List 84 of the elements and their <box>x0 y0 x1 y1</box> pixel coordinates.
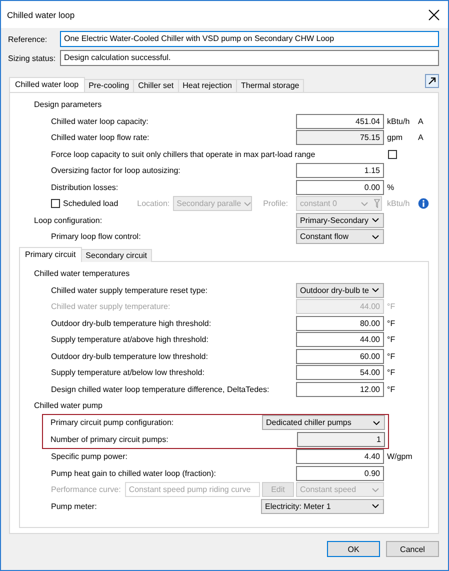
chevron-icon <box>369 488 379 492</box>
reference-field[interactable]: One Electric Water-Cooled Chiller with VSD pump on Secondary CHW Loop <box>60 31 439 47</box>
field-label: Pump heat gain to chilled water loop (fraction): <box>51 468 216 478</box>
tab[interactable]: Heat rejection <box>178 79 237 92</box>
field-label: Chilled water supply temperature reset type: <box>51 286 208 295</box>
number-field[interactable]: 451.04 <box>296 114 384 129</box>
flag-label: A <box>417 116 424 126</box>
section-heading: Chilled water temperatures <box>34 268 131 280</box>
location-label: Location: <box>137 199 170 208</box>
chevron-icon <box>241 202 251 206</box>
dialog-button[interactable]: OK <box>327 541 380 557</box>
close-icon[interactable] <box>428 8 440 20</box>
field-label: Supply temperature at/above high threshold: <box>51 335 208 344</box>
field-label: Primary loop flow control: <box>51 232 141 242</box>
number-field[interactable]: 4.40 <box>296 449 384 464</box>
checkbox-label: Scheduled load <box>63 199 118 208</box>
chevron-icon <box>369 288 379 292</box>
field-label: Performance curve: <box>51 485 121 494</box>
number-field[interactable]: 44.00 <box>296 332 384 348</box>
profile-label: Profile: <box>263 199 288 208</box>
dropdown[interactable]: Electricity: Meter 1 <box>261 498 384 514</box>
number-field[interactable]: 12.00 <box>296 382 384 397</box>
field-label: Outdoor dry-bulb temperature low threshold: <box>51 352 208 361</box>
unit-label: kBtu/h <box>386 199 411 208</box>
number-field[interactable]: 1 <box>297 432 385 447</box>
dropdown[interactable]: Primary-Secondary <box>296 212 384 228</box>
number-field[interactable]: 60.00 <box>296 348 384 364</box>
tab[interactable]: Pre-cooling <box>84 79 134 92</box>
field-label: Distribution losses: <box>51 182 118 192</box>
field-label: Oversizing factor for loop autosizing: <box>51 166 180 176</box>
status-field[interactable]: Design calculation successful. <box>60 50 439 66</box>
field-label: Supply temperature at/below low threshold: <box>51 368 204 378</box>
dialog-button[interactable]: Cancel <box>386 541 439 557</box>
number-field[interactable]: 1.15 <box>296 163 384 178</box>
tab[interactable]: Thermal storage <box>236 79 304 92</box>
unit-label: gpm <box>386 133 404 142</box>
checkbox-label: Force loop capacity to suit only chillers that operate in max part-load range <box>51 150 316 159</box>
chevron-icon <box>369 234 379 239</box>
number-field[interactable]: 0.00 <box>296 180 384 195</box>
unit-label: W/gpm <box>386 452 414 462</box>
window-title: Chilled water loop <box>7 10 75 20</box>
number-field[interactable]: 75.15 <box>296 130 384 146</box>
unit-label: kBtu/h <box>386 116 411 126</box>
checkbox[interactable] <box>388 150 398 159</box>
number-field[interactable]: 54.00 <box>296 365 384 380</box>
field-label: Sizing status: <box>8 54 57 62</box>
field-label: Chilled water loop capacity: <box>51 116 148 126</box>
tab[interactable]: Primary circuit <box>19 247 82 262</box>
section-heading: Chilled water pump <box>34 400 104 412</box>
unit-label: °F <box>386 352 396 361</box>
unit-label: °F <box>386 384 396 394</box>
dropdown[interactable]: Dedicated chiller pumps <box>262 415 385 430</box>
tab[interactable]: Secondary circuit <box>80 249 152 262</box>
field-label: Loop configuration: <box>34 216 102 225</box>
chevron-icon <box>370 420 380 425</box>
field-label: Number of primary circuit pumps: <box>50 434 168 444</box>
field-label: Design chilled water loop temperature difference, DeltaTedes: <box>51 384 270 394</box>
field-label: Primary circuit pump configuration: <box>50 418 174 428</box>
unit-label: °F <box>386 318 396 328</box>
chevron-icon <box>369 218 379 222</box>
field-label: Chilled water loop flow rate: <box>51 133 150 142</box>
field-label: Pump meter: <box>51 502 97 511</box>
unit-label: °F <box>386 368 396 378</box>
dropdown[interactable]: Outdoor dry-bulb te <box>296 282 384 298</box>
flag-label: A <box>417 133 424 142</box>
field-label: Specific pump power: <box>51 452 128 462</box>
field-label: Chilled water supply temperature: <box>51 302 170 312</box>
pop-out-button[interactable] <box>425 74 439 88</box>
unit-label: °F <box>386 302 396 312</box>
tab[interactable]: Chilled water loop <box>9 77 85 92</box>
unit-label: °F <box>386 335 396 344</box>
arrow-icon <box>428 77 436 85</box>
section-heading: Design parameters <box>34 99 103 111</box>
chevron-icon <box>358 202 368 206</box>
field-label: Outdoor dry-bulb temperature high threshold: <box>51 318 212 328</box>
info-icon[interactable] <box>418 198 429 210</box>
unit-label: % <box>386 182 396 192</box>
dropdown[interactable]: Constant flow <box>296 229 384 244</box>
number-field[interactable]: 80.00 <box>296 316 384 331</box>
field-label: Reference: <box>8 34 48 44</box>
filter-button[interactable] <box>372 196 382 212</box>
chevron-icon <box>369 504 379 508</box>
filter-icon <box>374 199 380 208</box>
number-field[interactable]: 0.90 <box>296 466 384 481</box>
